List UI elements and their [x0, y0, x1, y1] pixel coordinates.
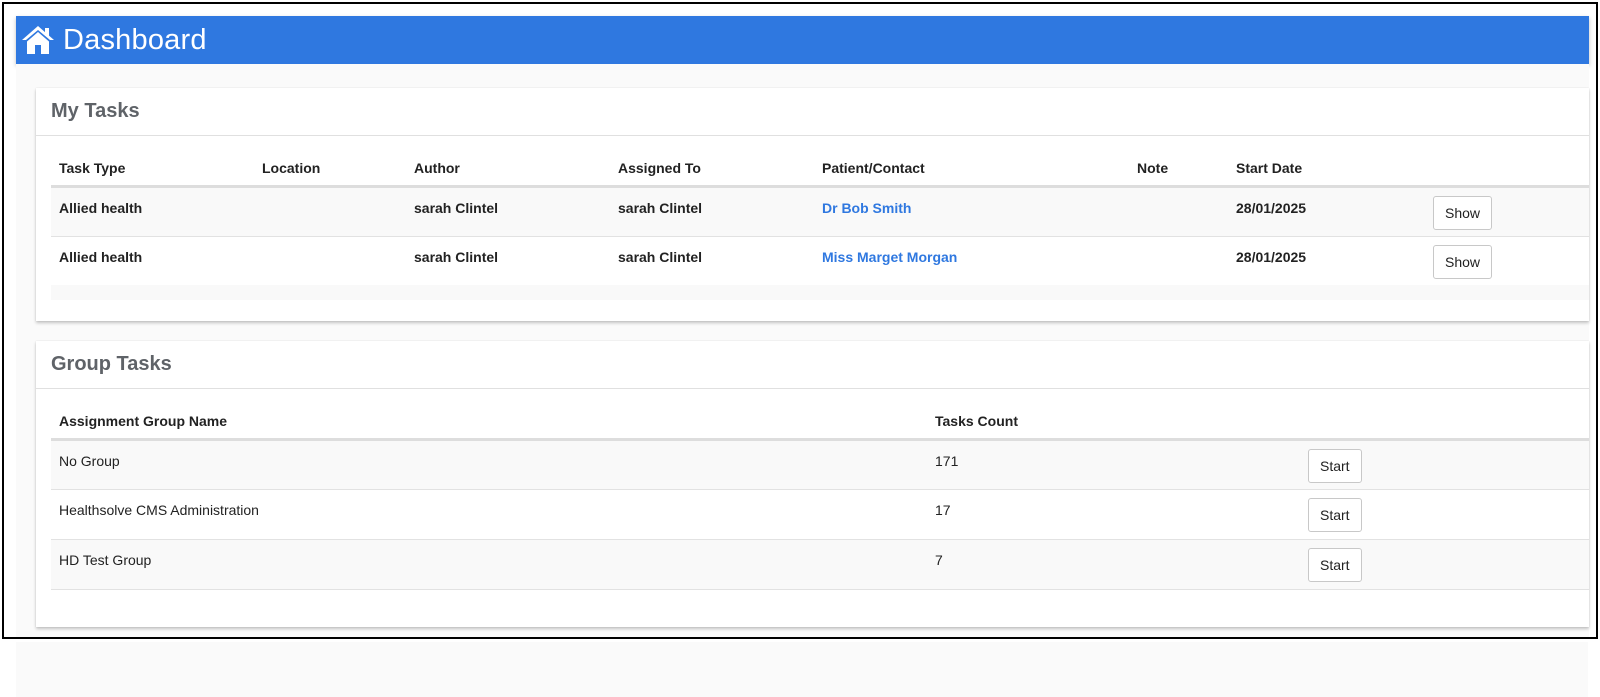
note-cell [1129, 186, 1228, 237]
column-header-tasks-count[interactable]: Tasks Count [927, 405, 1300, 441]
table-footer [51, 285, 1589, 300]
action-cell: Start [1300, 489, 1589, 540]
table-row: Allied health sarah Clintel sarah Clinte… [51, 186, 1589, 237]
author-cell: sarah Clintel [406, 236, 610, 287]
start-button[interactable]: Start [1308, 497, 1362, 532]
action-cell: Show [1425, 186, 1589, 237]
column-header-group-name[interactable]: Assignment Group Name [51, 405, 927, 441]
column-header-actions [1425, 152, 1589, 188]
task-type-cell: Allied health [51, 236, 254, 287]
group-tasks-header: Group Tasks [36, 341, 1589, 389]
table-row: Healthsolve CMS Administration 17 Start [51, 489, 1589, 540]
group-name-cell: Healthsolve CMS Administration [51, 489, 927, 540]
location-cell [254, 186, 406, 237]
group-tasks-card: Group Tasks Assignment Group Name Tasks … [36, 341, 1589, 627]
action-cell: Start [1300, 439, 1589, 490]
group-name-cell: HD Test Group [51, 539, 927, 590]
column-header-task-type[interactable]: Task Type [51, 152, 254, 188]
assigned-to-cell: sarah Clintel [610, 236, 814, 287]
column-header-author[interactable]: Author [406, 152, 610, 188]
tasks-count-cell: 7 [927, 539, 1300, 590]
group-name-cell: No Group [51, 439, 927, 490]
show-button[interactable]: Show [1433, 244, 1493, 279]
tasks-count-cell: 17 [927, 489, 1300, 540]
page-bottom-area [16, 642, 1588, 697]
patient-contact-link[interactable]: Dr Bob Smith [814, 186, 1129, 237]
table-row: Allied health sarah Clintel sarah Clinte… [51, 236, 1589, 287]
start-date-cell: 28/01/2025 [1228, 186, 1425, 237]
table-row: HD Test Group 7 Start [51, 539, 1589, 590]
tasks-count-cell: 171 [927, 439, 1300, 490]
location-cell [254, 236, 406, 287]
my-tasks-title: My Tasks [51, 100, 140, 122]
home-icon[interactable] [22, 25, 54, 55]
note-cell [1129, 236, 1228, 287]
group-tasks-title: Group Tasks [51, 353, 172, 375]
column-header-assigned-to[interactable]: Assigned To [610, 152, 814, 188]
column-header-actions [1300, 405, 1589, 441]
column-header-patient-contact[interactable]: Patient/Contact [814, 152, 1129, 188]
patient-contact-link[interactable]: Miss Marget Morgan [814, 236, 1129, 287]
action-cell: Show [1425, 236, 1589, 287]
show-button[interactable]: Show [1433, 195, 1493, 230]
start-date-cell: 28/01/2025 [1228, 236, 1425, 287]
assigned-to-cell: sarah Clintel [610, 186, 814, 237]
column-header-note[interactable]: Note [1129, 152, 1228, 188]
my-tasks-header-row: Task Type Location Author Assigned To Pa… [51, 152, 1589, 188]
table-row: No Group 171 Start [51, 439, 1589, 490]
start-button[interactable]: Start [1308, 448, 1362, 483]
author-cell: sarah Clintel [406, 186, 610, 237]
task-type-cell: Allied health [51, 186, 254, 237]
group-tasks-header-row: Assignment Group Name Tasks Count [51, 405, 1589, 441]
group-tasks-table: Assignment Group Name Tasks Count No Gro… [51, 405, 1589, 590]
column-header-start-date[interactable]: Start Date [1228, 152, 1425, 188]
start-button[interactable]: Start [1308, 547, 1362, 582]
app-header: Dashboard [16, 16, 1589, 64]
action-cell: Start [1300, 539, 1589, 590]
column-header-location[interactable]: Location [254, 152, 406, 188]
page-title: Dashboard [63, 23, 207, 56]
my-tasks-table: Task Type Location Author Assigned To Pa… [51, 152, 1589, 287]
my-tasks-card: My Tasks Task Type Location Author Assig… [36, 88, 1589, 321]
my-tasks-header: My Tasks [36, 88, 1589, 136]
